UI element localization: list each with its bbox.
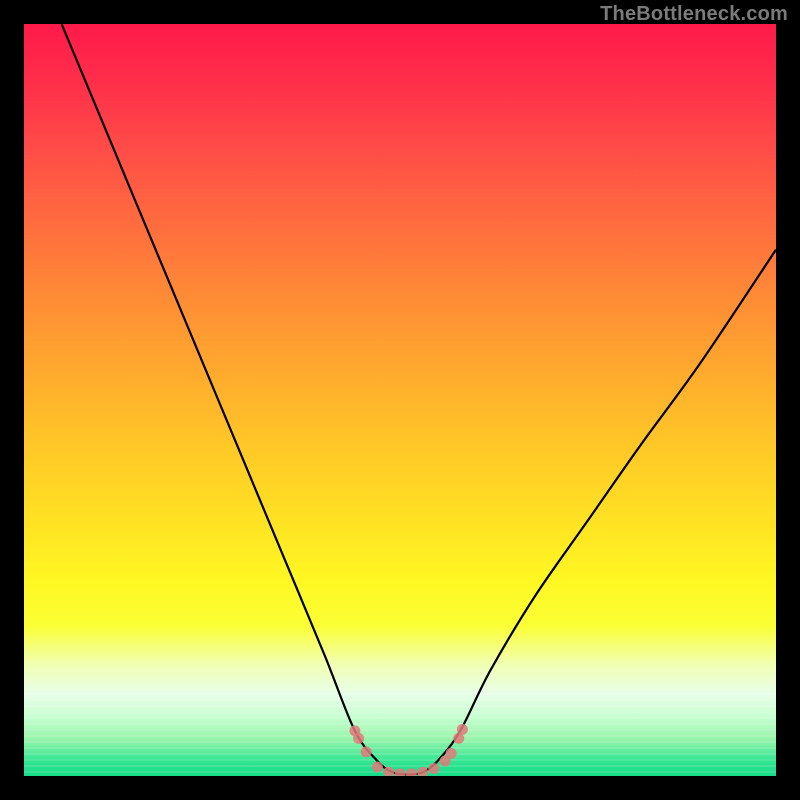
- curve-dot: [428, 763, 439, 774]
- curve-dot: [446, 748, 457, 759]
- curve-dot: [353, 733, 364, 744]
- curve-dot: [395, 768, 406, 776]
- bottleneck-curve: [62, 24, 776, 775]
- watermark-text: TheBottleneck.com: [600, 3, 788, 26]
- chart-frame: TheBottleneck.com: [0, 0, 800, 800]
- curve-layer: [24, 24, 776, 776]
- curve-dot: [417, 767, 428, 776]
- curve-dot: [361, 746, 372, 757]
- curve-dot: [406, 768, 417, 776]
- curve-dot: [372, 762, 383, 773]
- curve-dot: [457, 724, 468, 735]
- curve-dots: [349, 724, 468, 776]
